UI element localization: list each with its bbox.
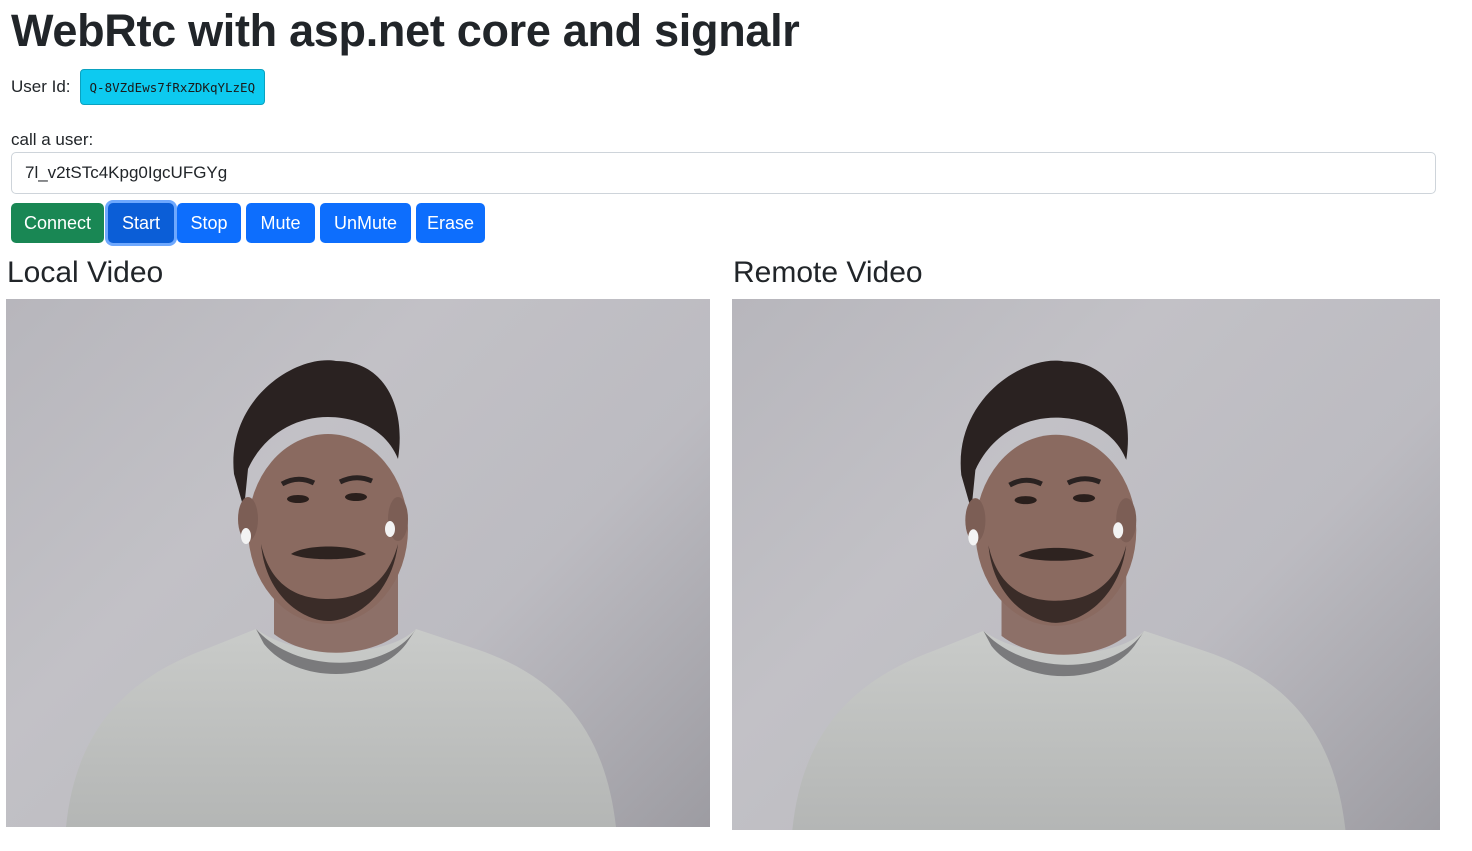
local-video-frame (66, 360, 616, 827)
unmute-button[interactable]: UnMute (320, 203, 411, 243)
start-button[interactable]: Start (108, 203, 174, 243)
page-title: WebRtc with asp.net core and signalr (11, 5, 800, 56)
call-user-input[interactable] (11, 152, 1436, 194)
connect-button[interactable]: Connect (11, 203, 104, 243)
local-video (6, 299, 710, 827)
call-user-label: call a user: (11, 130, 94, 149)
mute-button[interactable]: Mute (246, 203, 315, 243)
remote-video-frame (792, 360, 1346, 830)
user-id-row: User Id: Q-8VZdEws7fRxZDKqYLzEQ (11, 69, 266, 105)
user-id-label: User Id: (11, 77, 71, 96)
remote-video-title: Remote Video (733, 256, 923, 289)
local-video-title: Local Video (7, 256, 164, 289)
stop-button[interactable]: Stop (177, 203, 241, 243)
erase-button[interactable]: Erase (416, 203, 485, 243)
user-id-badge[interactable]: Q-8VZdEws7fRxZDKqYLzEQ (79, 69, 266, 105)
remote-video (732, 299, 1440, 830)
